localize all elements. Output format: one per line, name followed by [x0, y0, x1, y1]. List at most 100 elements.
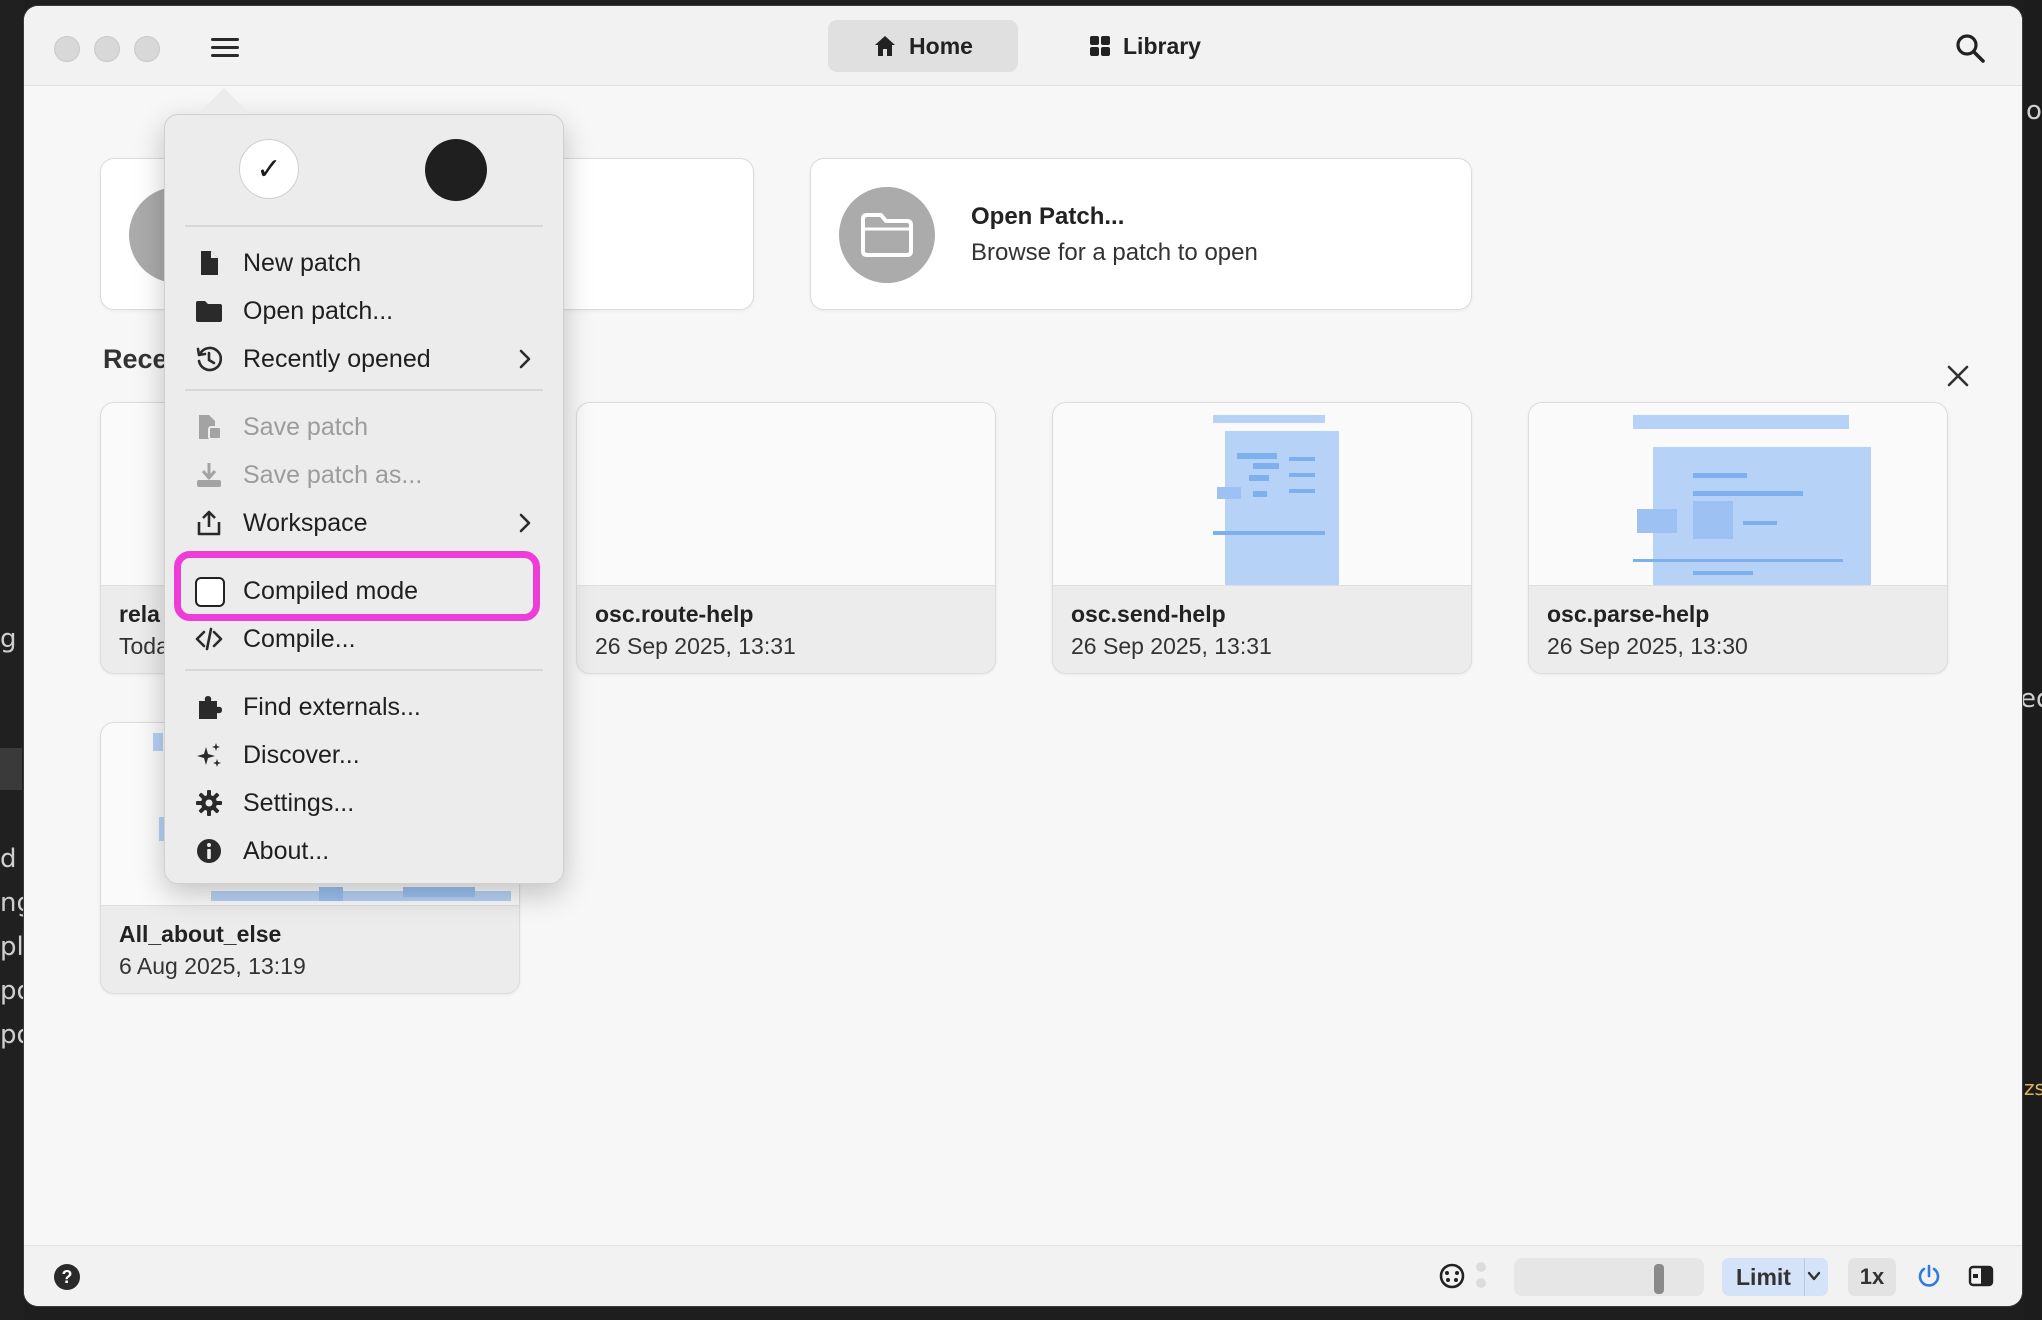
theme-light-button[interactable]: ✓: [239, 139, 299, 199]
background-text: d: [0, 844, 17, 874]
speed-label: 1x: [1859, 1264, 1885, 1289]
help-icon: ?: [61, 1266, 73, 1287]
menu-item-discover[interactable]: Discover...: [165, 733, 563, 777]
menu-item-compiled-mode[interactable]: Compiled mode: [165, 569, 563, 613]
tab-home-label: Home: [909, 32, 973, 59]
zoom-window-button[interactable]: [134, 36, 160, 62]
cpu-icon[interactable]: [1438, 1262, 1466, 1290]
meter-handle[interactable]: [1654, 1264, 1664, 1294]
menu-separator: [185, 669, 543, 671]
folder-icon: [196, 301, 222, 322]
puzzle-icon: [199, 696, 222, 719]
tab-library[interactable]: Library: [1060, 20, 1230, 72]
background-text: o: [2026, 96, 2042, 126]
menu-item-label: About...: [243, 836, 330, 865]
background-app-right: [2024, 0, 2042, 1320]
background-text: zs: [2024, 1076, 2042, 1100]
menu-item-label: Compile...: [243, 624, 356, 653]
cpu-meter[interactable]: [1514, 1258, 1704, 1296]
hamburger-icon: [211, 38, 239, 41]
menu-item-label: Open patch...: [243, 296, 394, 325]
menu-item-label: Find externals...: [243, 692, 421, 721]
open-patch-subtitle: Browse for a patch to open: [971, 239, 1258, 266]
menu-separator: [185, 389, 543, 391]
folder-icon: [861, 213, 913, 257]
recent-section-title: Rece: [103, 344, 168, 374]
title-bar: Home Library: [24, 6, 2022, 86]
menu-item-find-externals[interactable]: Find externals...: [165, 685, 563, 729]
menu-item-label: New patch: [243, 248, 362, 277]
open-patch-circle: [839, 187, 935, 283]
chevron-down-icon: [1807, 1271, 1821, 1281]
menu-item-recently-opened[interactable]: Recently opened: [165, 337, 563, 381]
patch-name: All_about_else: [119, 921, 282, 947]
patch-name: osc.parse-help: [1547, 601, 1710, 627]
power-icon[interactable]: [1916, 1263, 1942, 1289]
main-menu-button[interactable]: [208, 34, 242, 64]
background-text: g: [0, 624, 17, 654]
file-icon: [201, 251, 218, 275]
menu-item-label: Compiled mode: [243, 576, 419, 605]
sidebar-toggle-icon[interactable]: [1968, 1264, 1994, 1288]
gear-icon: [196, 790, 222, 816]
status-dot: [1476, 1278, 1486, 1288]
compiled-mode-checkbox[interactable]: [195, 577, 225, 607]
background-text: eq: [2020, 684, 2042, 714]
menu-item-label: Settings...: [243, 788, 355, 817]
menu-item-settings[interactable]: Settings...: [165, 781, 563, 825]
theme-dark-button[interactable]: [425, 139, 487, 201]
menu-item-about[interactable]: About...: [165, 829, 563, 873]
limit-button[interactable]: Limit: [1722, 1258, 1828, 1296]
menu-item-label: Save patch: [243, 412, 369, 441]
menu-item-new-patch[interactable]: New patch: [165, 241, 563, 285]
patch-date: 26 Sep 2025, 13:31: [1071, 633, 1272, 659]
close-window-button[interactable]: [54, 36, 80, 62]
patch-name: osc.send-help: [1071, 601, 1226, 627]
patch-thumbnail: [1529, 403, 1947, 586]
menu-pointer: [198, 88, 250, 114]
close-icon[interactable]: [1944, 362, 1972, 390]
download-icon: [197, 463, 221, 487]
speed-button[interactable]: 1x: [1848, 1258, 1896, 1296]
chevron-right-icon: [519, 513, 531, 533]
patch-date: 26 Sep 2025, 13:31: [595, 633, 796, 659]
menu-item-compile[interactable]: Compile...: [165, 617, 563, 661]
status-dot: [1476, 1262, 1486, 1272]
patch-thumbnail: [577, 403, 995, 586]
open-patch-title: Open Patch...: [971, 203, 1125, 230]
tab-home[interactable]: Home: [828, 20, 1018, 72]
menu-item-label: Workspace: [243, 508, 368, 537]
menu-item-save-patch: Save patch: [165, 405, 563, 449]
minimize-window-button[interactable]: [94, 36, 120, 62]
recent-patch-card[interactable]: osc.parse-help 26 Sep 2025, 13:30: [1528, 402, 1948, 674]
search-icon[interactable]: [1954, 32, 1986, 64]
background-app-left: [0, 0, 24, 1320]
menu-item-label: Discover...: [243, 740, 360, 769]
patch-name: osc.route-help: [595, 601, 754, 627]
recent-patch-card[interactable]: osc.send-help 26 Sep 2025, 13:31: [1052, 402, 1472, 674]
chevron-right-icon: [519, 349, 531, 369]
recent-patch-card[interactable]: osc.route-help 26 Sep 2025, 13:31: [576, 402, 996, 674]
open-patch-card[interactable]: Open Patch... Browse for a patch to open: [810, 158, 1472, 310]
save-icon: [199, 415, 222, 440]
limit-label: Limit: [1736, 1263, 1791, 1290]
background-selection-bar: [0, 748, 22, 790]
main-menu: ✓ New patch Open patch... Recently opene…: [164, 114, 564, 884]
grid-icon: [1090, 36, 1110, 56]
share-icon: [197, 510, 221, 536]
menu-item-open-patch[interactable]: Open patch...: [165, 289, 563, 333]
patch-date: 6 Aug 2025, 13:19: [119, 953, 306, 979]
menu-item-label: Recently opened: [243, 344, 431, 373]
menu-separator: [185, 225, 543, 227]
menu-item-workspace[interactable]: Workspace: [165, 501, 563, 545]
home-icon: [875, 36, 896, 56]
patch-name: rela: [119, 601, 160, 627]
patch-date: Toda: [119, 633, 169, 659]
code-icon: [195, 627, 223, 651]
status-bar: ? Limit 1x: [24, 1245, 2022, 1306]
help-button[interactable]: ?: [54, 1264, 80, 1290]
patch-thumbnail: [1053, 403, 1471, 586]
menu-item-label: Save patch as...: [243, 460, 423, 489]
menu-item-save-patch-as: Save patch as...: [165, 453, 563, 497]
patch-date: 26 Sep 2025, 13:30: [1547, 633, 1748, 659]
